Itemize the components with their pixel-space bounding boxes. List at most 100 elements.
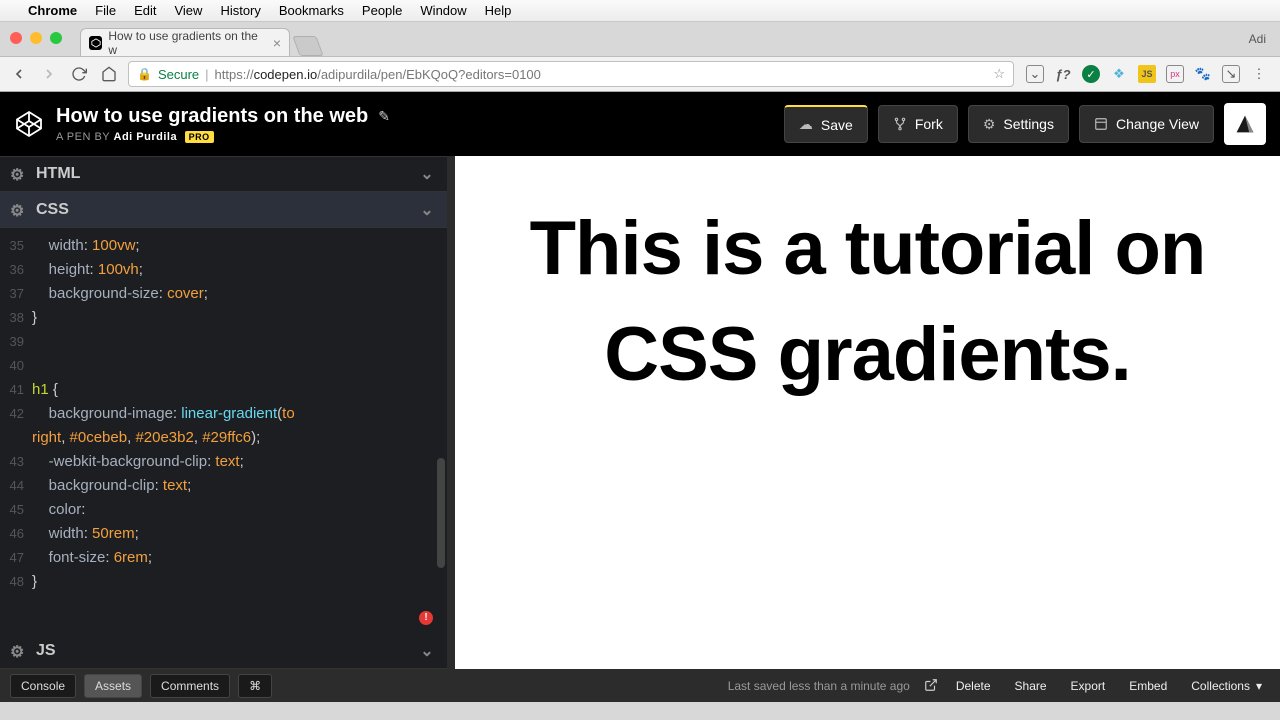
comments-button[interactable]: Comments [150, 674, 230, 698]
close-tab-icon[interactable]: × [273, 35, 281, 51]
code-line[interactable]: 36 height: 100vh; [0, 258, 447, 282]
secure-label: Secure [158, 67, 199, 82]
html-panel-header[interactable]: ⚙ HTML ⌄ [0, 156, 447, 192]
scrollbar-thumb[interactable] [437, 458, 445, 568]
code-text[interactable]: height: 100vh; [32, 258, 143, 282]
code-text[interactable]: background-image: linear-gradient(to [32, 402, 295, 426]
code-text[interactable]: color: [32, 498, 85, 522]
cloud-icon: ☁ [799, 116, 813, 133]
extension-icon[interactable]: ƒ? [1054, 65, 1072, 83]
menu-help[interactable]: Help [485, 3, 512, 18]
code-text[interactable]: } [32, 306, 37, 330]
menu-history[interactable]: History [220, 3, 260, 18]
home-button[interactable] [98, 63, 120, 85]
console-button[interactable]: Console [10, 674, 76, 698]
delete-button[interactable]: Delete [948, 679, 999, 693]
code-line[interactable]: 35 width: 100vw; [0, 234, 447, 258]
code-line[interactable]: 37 background-size: cover; [0, 282, 447, 306]
code-line[interactable]: 47 font-size: 6rem; [0, 546, 447, 570]
maximize-window-button[interactable] [50, 32, 62, 44]
extension-icon[interactable]: px [1166, 65, 1184, 83]
code-text[interactable]: -webkit-background-clip: text; [32, 450, 244, 474]
settings-button[interactable]: ⚙ Settings [968, 105, 1069, 143]
code-text[interactable]: width: 100vw; [32, 234, 140, 258]
code-text[interactable]: background-size: cover; [32, 282, 208, 306]
code-line[interactable]: 38} [0, 306, 447, 330]
code-text[interactable]: } [32, 570, 37, 594]
code-text[interactable]: background-clip: text; [32, 474, 191, 498]
chrome-menu-icon[interactable]: ⋮ [1250, 65, 1268, 83]
gear-icon[interactable]: ⚙ [10, 165, 28, 183]
menu-file[interactable]: File [95, 3, 116, 18]
close-window-button[interactable] [10, 32, 22, 44]
code-line[interactable]: 42 background-image: linear-gradient(to [0, 402, 447, 426]
codepen-favicon-icon [89, 36, 102, 50]
edit-title-icon[interactable]: ✎ [378, 108, 390, 125]
code-line[interactable]: 46 width: 50rem; [0, 522, 447, 546]
workspace: ⚙ HTML ⌄ ⚙ CSS ⌄ 35 width: 100vw;36 heig… [0, 156, 1280, 669]
gear-icon[interactable]: ⚙ [10, 201, 28, 219]
codepen-logo-icon[interactable] [14, 109, 44, 139]
extension-icon[interactable]: 🐾 [1194, 65, 1212, 83]
code-line[interactable]: 43 -webkit-background-clip: text; [0, 450, 447, 474]
menu-view[interactable]: View [174, 3, 202, 18]
change-view-button[interactable]: Change View [1079, 105, 1214, 143]
new-tab-button[interactable] [292, 36, 323, 56]
code-line[interactable]: right, #0cebeb, #20e3b2, #29ffc6); [0, 426, 447, 450]
export-button[interactable]: Export [1063, 679, 1114, 693]
menu-app[interactable]: Chrome [28, 3, 77, 18]
chevron-down-icon[interactable]: ⌄ [417, 200, 437, 220]
gear-icon[interactable]: ⚙ [10, 642, 28, 660]
editors-column: ⚙ HTML ⌄ ⚙ CSS ⌄ 35 width: 100vw;36 heig… [0, 156, 455, 669]
chevron-down-icon[interactable]: ⌄ [417, 641, 437, 661]
panel-label: CSS [36, 201, 69, 219]
extension-icon[interactable]: JS [1138, 65, 1156, 83]
open-external-icon[interactable] [924, 678, 940, 694]
profile-name[interactable]: Adi [1249, 32, 1266, 46]
error-indicator-icon[interactable]: ! [419, 611, 433, 625]
forward-button[interactable] [38, 63, 60, 85]
chevron-down-icon[interactable]: ⌄ [417, 164, 437, 184]
extension-icons: ⌄ ƒ? ✓ ❖ JS px 🐾 ↘ ⋮ [1022, 65, 1272, 83]
code-line[interactable]: 45 color: [0, 498, 447, 522]
code-text[interactable]: h1 { [32, 378, 58, 402]
code-text[interactable]: font-size: 6rem; [32, 546, 152, 570]
bookmark-star-icon[interactable]: ☆ [993, 66, 1005, 82]
css-panel-header[interactable]: ⚙ CSS ⌄ [0, 192, 447, 228]
code-line[interactable]: 40 [0, 354, 447, 378]
collections-button[interactable]: Collections ▾ [1183, 679, 1270, 693]
code-line[interactable]: 48} [0, 570, 447, 594]
line-number [0, 426, 32, 450]
line-number: 44 [0, 474, 32, 498]
js-panel-header[interactable]: ⚙ JS ⌄ [0, 633, 447, 669]
menu-bookmarks[interactable]: Bookmarks [279, 3, 344, 18]
menu-window[interactable]: Window [420, 3, 466, 18]
pro-badge: PRO [185, 131, 214, 143]
save-button[interactable]: ☁ Save [784, 105, 868, 143]
code-text[interactable]: right, #0cebeb, #20e3b2, #29ffc6); [32, 426, 260, 450]
share-button[interactable]: Share [1007, 679, 1055, 693]
menu-edit[interactable]: Edit [134, 3, 156, 18]
author-link[interactable]: Adi Purdila [114, 131, 178, 143]
menu-people[interactable]: People [362, 3, 402, 18]
css-editor[interactable]: 35 width: 100vw;36 height: 100vh;37 back… [0, 228, 447, 633]
shortcuts-button[interactable]: ⌘ [238, 674, 272, 698]
code-line[interactable]: 44 background-clip: text; [0, 474, 447, 498]
code-line[interactable]: 41h1 { [0, 378, 447, 402]
code-line[interactable]: 39 [0, 330, 447, 354]
extension-icon[interactable]: ↘ [1222, 65, 1240, 83]
extension-icon[interactable]: ✓ [1082, 65, 1100, 83]
extension-icon[interactable]: ❖ [1110, 65, 1128, 83]
code-text[interactable]: width: 50rem; [32, 522, 139, 546]
fork-button[interactable]: Fork [878, 105, 958, 143]
back-button[interactable] [8, 63, 30, 85]
address-bar[interactable]: 🔒 Secure | https://codepen.io/adipurdila… [128, 61, 1014, 87]
reload-button[interactable] [68, 63, 90, 85]
embed-button[interactable]: Embed [1121, 679, 1175, 693]
browser-tab[interactable]: How to use gradients on the w × [80, 28, 290, 56]
profile-avatar[interactable] [1224, 103, 1266, 145]
minimize-window-button[interactable] [30, 32, 42, 44]
pocket-extension-icon[interactable]: ⌄ [1026, 65, 1044, 83]
assets-button[interactable]: Assets [84, 674, 142, 698]
gear-icon: ⚙ [983, 116, 996, 133]
